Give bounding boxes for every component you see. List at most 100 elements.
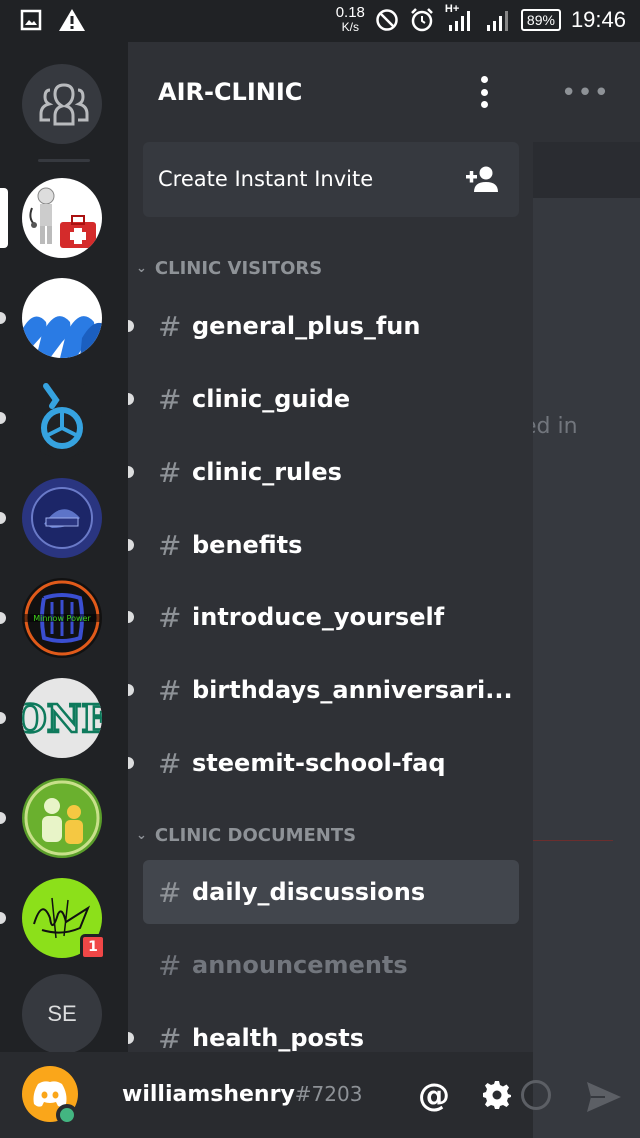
unread-indicator [0, 512, 6, 524]
bitshares-logo-icon [41, 383, 83, 449]
svg-text:Minnow Power: Minnow Power [33, 614, 91, 623]
create-invite-label: Create Instant Invite [158, 167, 374, 191]
main-panel-peek: ••• ed in [523, 42, 640, 1052]
unread-indicator [0, 612, 6, 624]
channel-introduce-yourself[interactable]: # introduce_yourself [143, 585, 519, 649]
friends-icon [39, 83, 89, 126]
mention-count-badge: 1 [80, 934, 106, 960]
unread-indicator [128, 684, 134, 696]
server-waves[interactable] [22, 278, 102, 358]
server-air-clinic[interactable] [22, 178, 102, 258]
discriminator: #7203 [294, 1082, 363, 1106]
create-invite-button[interactable]: Create Instant Invite [143, 142, 519, 217]
hash-icon: # [158, 1021, 182, 1053]
category-clinic-visitors[interactable]: ⌄ CLINIC VISITORS [136, 258, 322, 279]
online-status-indicator [56, 1104, 78, 1126]
signal-icon [486, 11, 508, 31]
channel-birthdays-anniversaries[interactable]: # birthdays_anniversari... [143, 658, 519, 722]
blue-badge-logo-icon [31, 487, 93, 549]
username: williamshenry#7203 [122, 1082, 363, 1107]
unread-indicator [128, 320, 134, 332]
rail-separator [38, 159, 90, 162]
channel-daily-discussions[interactable]: # daily_discussions [143, 860, 519, 924]
category-label: CLINIC DOCUMENTS [154, 825, 357, 846]
mentions-button[interactable]: @ [416, 1076, 452, 1114]
server-one[interactable]: ONE [22, 678, 102, 758]
battery-indicator: 89% [520, 9, 561, 31]
channel-label: announcements [192, 951, 408, 979]
unread-indicator [0, 812, 6, 824]
unread-indicator [0, 412, 6, 424]
alarm-icon [411, 8, 433, 32]
channel-announcements[interactable]: # announcements [143, 933, 519, 997]
category-clinic-documents[interactable]: ⌄ CLINIC DOCUMENTS [136, 825, 356, 846]
server-menu-icon[interactable] [474, 76, 494, 108]
channel-label: health_posts [192, 1024, 365, 1052]
channel-health-posts[interactable]: # health_posts [143, 1006, 519, 1053]
user-bar: williamshenry#7203 @ [0, 1052, 640, 1138]
gear-icon[interactable] [482, 1080, 512, 1110]
channel-label: benefits [192, 531, 303, 559]
unread-indicator [128, 1032, 134, 1044]
selected-server-indicator [0, 188, 8, 248]
unread-indicator [0, 712, 6, 724]
net-speed: 0.18 K/s [335, 4, 365, 34]
air-clinic-logo-icon [29, 187, 96, 248]
new-messages-divider [533, 840, 613, 841]
hash-icon: # [158, 875, 182, 909]
status-bar: 0.18 K/s H+ 89% 19:46 [0, 0, 640, 42]
server-rail: Minnow Power ONE 1 SE [0, 42, 128, 1054]
server-name[interactable]: AIR-CLINIC [158, 78, 302, 106]
emoji-icon[interactable] [521, 1080, 551, 1110]
unread-indicator [0, 912, 6, 924]
hash-icon: # [158, 673, 182, 707]
channel-benefits[interactable]: # benefits [143, 513, 519, 577]
server-bitshares[interactable] [22, 378, 102, 458]
minnow-powerup-logo-icon: Minnow Power [24, 580, 100, 656]
hash-icon: # [158, 528, 182, 562]
unread-indicator [128, 757, 134, 769]
hash-icon: # [158, 600, 182, 634]
hash-icon: # [158, 382, 182, 416]
unread-indicator [128, 539, 134, 551]
more-options-icon[interactable]: ••• [561, 78, 610, 108]
server-se[interactable]: SE [22, 974, 102, 1054]
chevron-down-icon: ⌄ [136, 828, 147, 843]
server-people[interactable] [22, 778, 102, 858]
category-label: CLINIC VISITORS [154, 258, 323, 279]
hash-icon: # [158, 746, 182, 780]
message-input-peek [521, 1052, 640, 1138]
hash-icon: # [158, 309, 182, 343]
channel-clinic-rules[interactable]: # clinic_rules [143, 440, 519, 504]
channel-label: introduce_yourself [192, 603, 445, 631]
one-logo-icon: ONE [22, 695, 102, 743]
direct-messages-button[interactable] [22, 64, 102, 144]
channel-clinic-guide[interactable]: # clinic_guide [143, 367, 519, 431]
unread-indicator [128, 466, 134, 478]
hash-icon: # [158, 455, 182, 489]
channel-label: general_plus_fun [192, 312, 421, 340]
svg-text:ONE: ONE [22, 696, 102, 741]
channel-label: daily_discussions [192, 878, 426, 906]
clock: 19:46 [570, 7, 626, 32]
do-not-disturb-icon [376, 9, 398, 31]
channel-general-plus-fun[interactable]: # general_plus_fun [143, 294, 519, 358]
channel-label: birthdays_anniversari... [192, 676, 513, 704]
server-blue-badge[interactable] [22, 478, 102, 558]
warning-icon [59, 9, 85, 31]
waves-logo-icon [22, 316, 102, 358]
channel-drawer: AIR-CLINIC Create Instant Invite ⌄ CLINI… [128, 42, 533, 1052]
hash-icon: # [158, 948, 182, 982]
gallery-notification-icon [20, 9, 42, 31]
channel-steemit-school-faq[interactable]: # steemit-school-faq [143, 731, 519, 795]
unread-indicator [128, 611, 134, 623]
channel-label: clinic_guide [192, 385, 351, 413]
chevron-down-icon: ⌄ [136, 261, 147, 276]
send-icon[interactable] [585, 1080, 623, 1114]
signal-h-plus-icon: H+ [445, 3, 475, 33]
server-minnow-powerup[interactable]: Minnow Power [22, 578, 102, 658]
unread-indicator [128, 393, 134, 405]
channel-label: clinic_rules [192, 458, 342, 486]
people-logo-icon [24, 780, 100, 856]
channel-label: steemit-school-faq [192, 749, 446, 777]
